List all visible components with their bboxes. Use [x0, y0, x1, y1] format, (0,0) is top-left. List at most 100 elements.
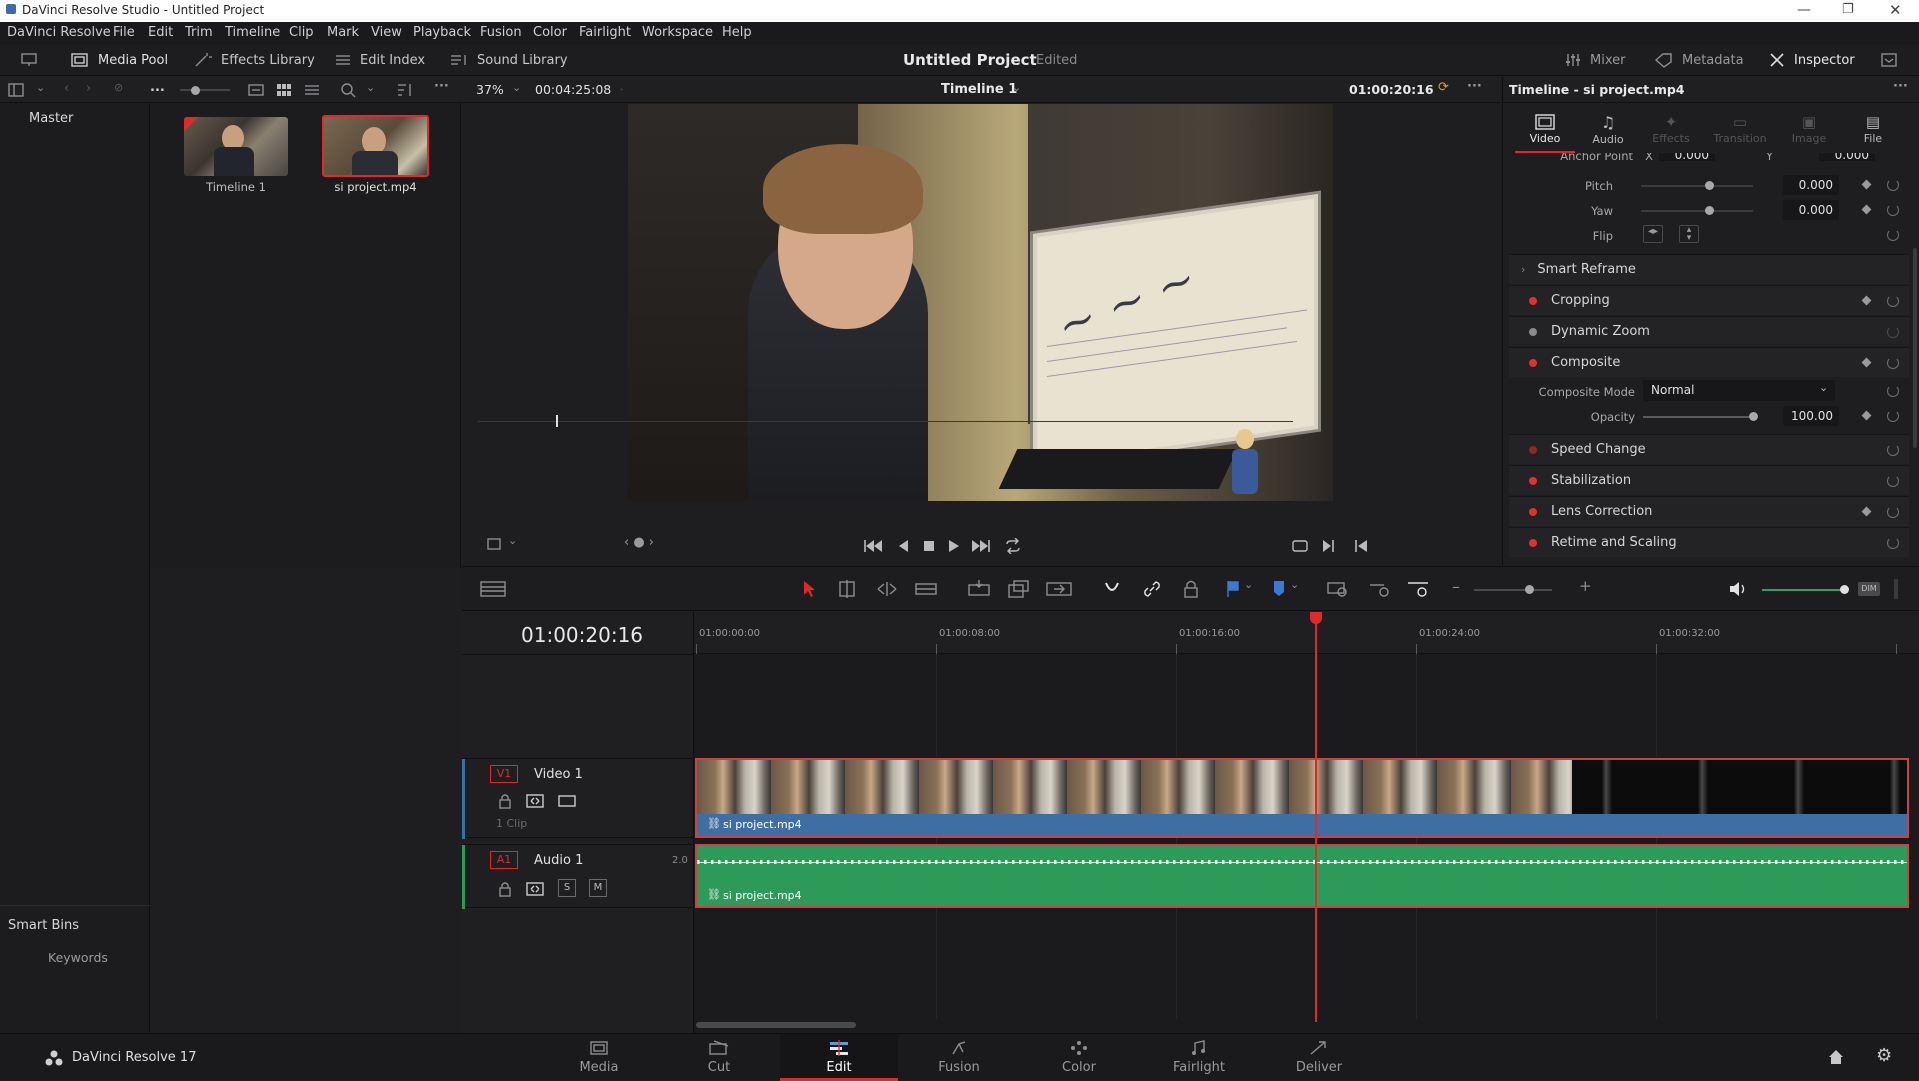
mixer-button[interactable]: Mixer	[1564, 44, 1625, 76]
video-track-header[interactable]: V1 Video 1 1 Clip	[462, 758, 694, 839]
enable-toggle-icon[interactable]	[1529, 358, 1537, 367]
flip-horizontal-icon[interactable]: ◂▸	[1643, 225, 1663, 243]
menu-playback[interactable]: Playback	[413, 25, 471, 40]
scrubber-track[interactable]	[478, 421, 1293, 422]
reset-icon[interactable]	[1887, 385, 1899, 397]
more-options-icon[interactable]: ···	[434, 79, 449, 94]
reset-icon[interactable]	[1887, 410, 1899, 422]
enable-toggle-icon[interactable]	[1529, 445, 1537, 454]
search-icon[interactable]	[340, 82, 356, 98]
settings-gear-icon[interactable]: ⚙	[1876, 1045, 1892, 1066]
stop-icon[interactable]	[923, 540, 935, 552]
page-edit[interactable]: Edit	[780, 1034, 898, 1081]
composite-mode-select[interactable]: Normal ⌄	[1643, 380, 1835, 401]
pitch-slider[interactable]	[1641, 185, 1753, 187]
anchor-x-field[interactable]: 0.000	[1659, 153, 1715, 161]
forward-icon[interactable]: ›	[86, 81, 91, 96]
video-track-id[interactable]: V1	[490, 765, 518, 783]
zoom-full-icon[interactable]	[1326, 579, 1350, 599]
menu-davinci-resolve[interactable]: DaVinci Resolve	[7, 25, 111, 40]
yaw-knob[interactable]	[1705, 206, 1714, 215]
zoom-level[interactable]: 37%	[476, 82, 504, 97]
link-icon[interactable]: ⊘	[114, 81, 123, 94]
speaker-icon[interactable]	[1728, 580, 1748, 598]
section-dynamic-zoom[interactable]: Dynamic Zoom	[1509, 316, 1909, 346]
opacity-slider[interactable]	[1643, 416, 1755, 418]
enable-toggle-icon[interactable]	[1529, 296, 1537, 305]
page-media[interactable]: Media	[540, 1034, 658, 1081]
menu-file[interactable]: File	[113, 25, 135, 40]
keyframe-icon[interactable]	[1861, 506, 1872, 517]
thumbnail-size-slider[interactable]	[180, 89, 230, 91]
opacity-field[interactable]: 100.00	[1783, 406, 1839, 426]
keyframe-icon[interactable]	[1861, 179, 1872, 190]
reset-icon[interactable]	[1887, 179, 1899, 191]
tab-audio[interactable]: ♫ Audio	[1578, 107, 1638, 153]
menu-view[interactable]: View	[371, 25, 402, 40]
match-frame-icon[interactable]	[1290, 538, 1310, 554]
menu-fairlight[interactable]: Fairlight	[579, 25, 631, 40]
edit-index-button[interactable]: Edit Index	[334, 44, 425, 76]
dim-icon[interactable]: DIM	[1858, 582, 1880, 596]
keyframe-icon[interactable]	[1861, 410, 1872, 421]
go-to-start-icon[interactable]	[863, 539, 883, 553]
sound-library-button[interactable]: Sound Library	[449, 44, 568, 76]
trim-mode-icon[interactable]	[834, 580, 860, 598]
section-cropping[interactable]: Cropping	[1509, 285, 1909, 315]
back-icon[interactable]: ‹	[64, 81, 69, 96]
go-to-end-icon[interactable]	[971, 539, 991, 553]
zoom-out-icon[interactable]: –	[1452, 577, 1460, 596]
video-track-name[interactable]: Video 1	[534, 767, 583, 782]
menu-timeline[interactable]: Timeline	[225, 25, 280, 40]
video-frame[interactable]: ~ ~ ~	[628, 104, 1333, 501]
zoom-in-icon[interactable]: +	[1579, 577, 1592, 595]
playhead-line[interactable]	[1315, 612, 1317, 1022]
menu-clip[interactable]: Clip	[289, 25, 314, 40]
anchor-y-field[interactable]: 0.000	[1819, 153, 1875, 161]
media-pool-button[interactable]: Media Pool	[70, 44, 168, 76]
tab-image[interactable]: ▣ Image	[1779, 107, 1839, 153]
tab-effects[interactable]: ✦ Effects	[1641, 107, 1701, 153]
frame-options-icon[interactable]: ⌄	[508, 534, 517, 547]
section-composite[interactable]: Composite	[1509, 347, 1909, 377]
page-color[interactable]: Color	[1020, 1034, 1138, 1081]
keyframe-icon[interactable]	[1861, 295, 1872, 306]
previous-edit-icon[interactable]	[1354, 538, 1368, 554]
list-view-icon[interactable]	[304, 83, 320, 97]
loop-icon[interactable]	[1003, 538, 1023, 554]
section-stabilization[interactable]: Stabilization	[1509, 465, 1909, 495]
selection-mode-icon[interactable]	[802, 580, 818, 598]
volume-slider[interactable]	[1762, 589, 1846, 591]
flag-dropdown-icon[interactable]: ⌄	[1244, 578, 1253, 591]
zoom-detail-icon[interactable]	[1368, 579, 1392, 599]
page-cut[interactable]: Cut	[660, 1034, 778, 1081]
linked-selection-icon[interactable]	[1142, 579, 1162, 599]
enable-toggle-icon[interactable]	[1529, 507, 1537, 516]
video-clip[interactable]: ⛓ si project.mp4	[695, 758, 1909, 838]
menu-trim[interactable]: Trim	[185, 25, 213, 40]
reset-icon[interactable]	[1887, 357, 1899, 369]
keyframe-icon[interactable]	[1861, 357, 1872, 368]
snapping-icon[interactable]	[1102, 579, 1122, 599]
section-retime-and-scaling[interactable]: Retime and Scaling	[1509, 527, 1909, 557]
pitch-field[interactable]: 0.000	[1783, 175, 1839, 195]
panel-toggle-icon[interactable]	[8, 83, 24, 97]
yaw-slider[interactable]	[1641, 210, 1753, 212]
blade-mode-icon[interactable]	[914, 580, 938, 598]
inspector-options-icon[interactable]: ···	[1893, 79, 1908, 94]
timeline-view-options-icon[interactable]	[480, 580, 506, 598]
menu-color[interactable]: Color	[533, 25, 567, 40]
reset-icon[interactable]	[1887, 204, 1899, 216]
insert-clip-icon[interactable]	[966, 579, 992, 599]
zoom-custom-icon[interactable]	[1406, 579, 1432, 599]
restore-icon[interactable]: ❐	[1842, 2, 1854, 17]
play-reverse-icon[interactable]	[897, 539, 909, 553]
metadata-button[interactable]: Metadata	[1654, 44, 1744, 76]
inspector-scrollbar[interactable]	[1913, 248, 1917, 448]
replace-clip-icon[interactable]	[1044, 579, 1074, 599]
marker-icon[interactable]	[1272, 580, 1286, 598]
expand-chevron-icon[interactable]: ›	[1521, 263, 1525, 276]
enable-toggle-icon[interactable]	[1529, 327, 1537, 336]
master-bin[interactable]: Master	[29, 111, 73, 126]
track-lock-icon[interactable]	[498, 793, 512, 809]
